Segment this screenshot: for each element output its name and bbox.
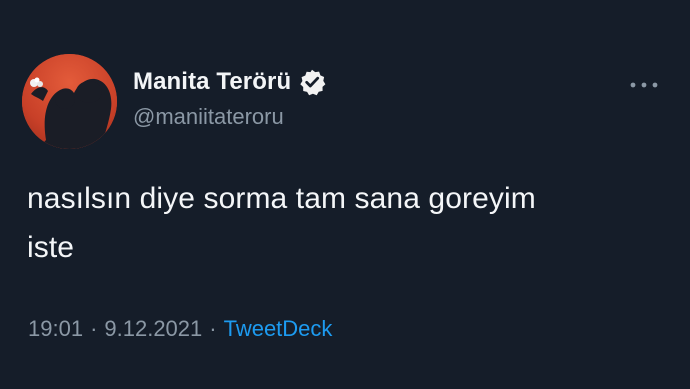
verified-badge-icon [298, 68, 326, 96]
tweet-source-link[interactable]: TweetDeck [224, 316, 333, 342]
tweet-meta: 19:01 · 9.12.2021 · TweetDeck [28, 313, 332, 345]
meta-separator: · [209, 316, 217, 341]
author-handle[interactable]: @maniitateroru [133, 104, 284, 130]
tweet-text: nasılsın diye sorma tam sana goreyim ist… [27, 182, 536, 264]
more-options-icon [630, 82, 658, 88]
meta-separator: · [90, 316, 98, 341]
avatar-image [22, 54, 117, 149]
tweet-card: Manita Terörü @maniitateroru nasılsın di… [0, 0, 690, 389]
tweet-time[interactable]: 19:01 [28, 316, 83, 342]
author-avatar[interactable] [22, 54, 117, 149]
tweet-date[interactable]: 9.12.2021 [104, 316, 202, 342]
more-options-button[interactable] [626, 78, 662, 92]
author-display-name[interactable]: Manita Terörü [133, 68, 291, 96]
author-name-row: Manita Terörü [133, 66, 326, 98]
